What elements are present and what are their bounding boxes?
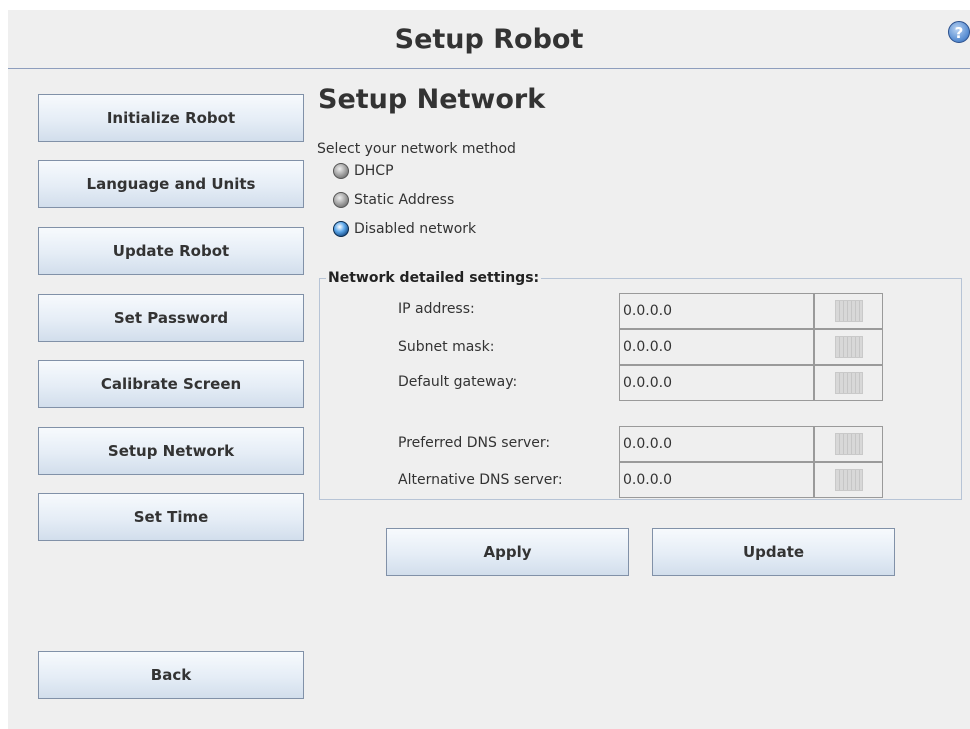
preferred-dns-label: Preferred DNS server: [398,435,551,451]
radio-disabled-network[interactable]: Disabled network [333,219,476,239]
sidebar-item-initialize-robot[interactable]: Initialize Robot [38,94,304,142]
subnet-mask-label: Subnet mask: [398,339,495,355]
header: Setup Robot ? [8,10,970,68]
preferred-dns-field[interactable]: 0.0.0.0 [619,426,814,462]
keyboard-icon [834,372,863,394]
ip-address-keyboard-button[interactable] [814,293,883,329]
help-icon[interactable]: ? [948,21,970,43]
page-title: Setup Robot [394,24,584,55]
subnet-mask-keyboard-button[interactable] [814,329,883,365]
radio-on-icon [333,221,349,237]
radio-static-address[interactable]: Static Address [333,190,454,210]
sidebar-item-setup-network[interactable]: Setup Network [38,427,304,475]
network-method-label: Select your network method [317,141,516,157]
keyboard-icon [834,336,863,358]
radio-label: Static Address [354,192,455,208]
alternative-dns-label: Alternative DNS server: [398,472,563,488]
apply-button[interactable]: Apply [386,528,629,576]
alternative-dns-keyboard-button[interactable] [814,462,883,498]
default-gateway-keyboard-button[interactable] [814,365,883,401]
back-button[interactable]: Back [38,651,304,699]
default-gateway-label: Default gateway: [398,374,518,390]
ip-address-field[interactable]: 0.0.0.0 [619,293,814,329]
app-window: Setup Robot ? Initialize Robot Language … [8,10,970,729]
alternative-dns-field[interactable]: 0.0.0.0 [619,462,814,498]
subnet-mask-field[interactable]: 0.0.0.0 [619,329,814,365]
radio-label: Disabled network [354,221,477,237]
radio-dhcp[interactable]: DHCP [333,161,394,181]
radio-label: DHCP [354,163,394,179]
ip-address-label: IP address: [398,301,475,317]
radio-off-icon [333,163,349,179]
keyboard-icon [834,469,863,491]
sidebar-item-set-password[interactable]: Set Password [38,294,304,342]
header-divider [8,68,970,69]
update-button[interactable]: Update [652,528,895,576]
sidebar-item-update-robot[interactable]: Update Robot [38,227,304,275]
preferred-dns-keyboard-button[interactable] [814,426,883,462]
keyboard-icon [834,300,863,322]
sidebar-item-set-time[interactable]: Set Time [38,493,304,541]
network-settings-legend: Network detailed settings: [326,270,542,286]
sidebar-item-calibrate-screen[interactable]: Calibrate Screen [38,360,304,408]
radio-off-icon [333,192,349,208]
sidebar-item-language-and-units[interactable]: Language and Units [38,160,304,208]
default-gateway-field[interactable]: 0.0.0.0 [619,365,814,401]
section-title: Setup Network [318,84,546,115]
keyboard-icon [834,433,863,455]
